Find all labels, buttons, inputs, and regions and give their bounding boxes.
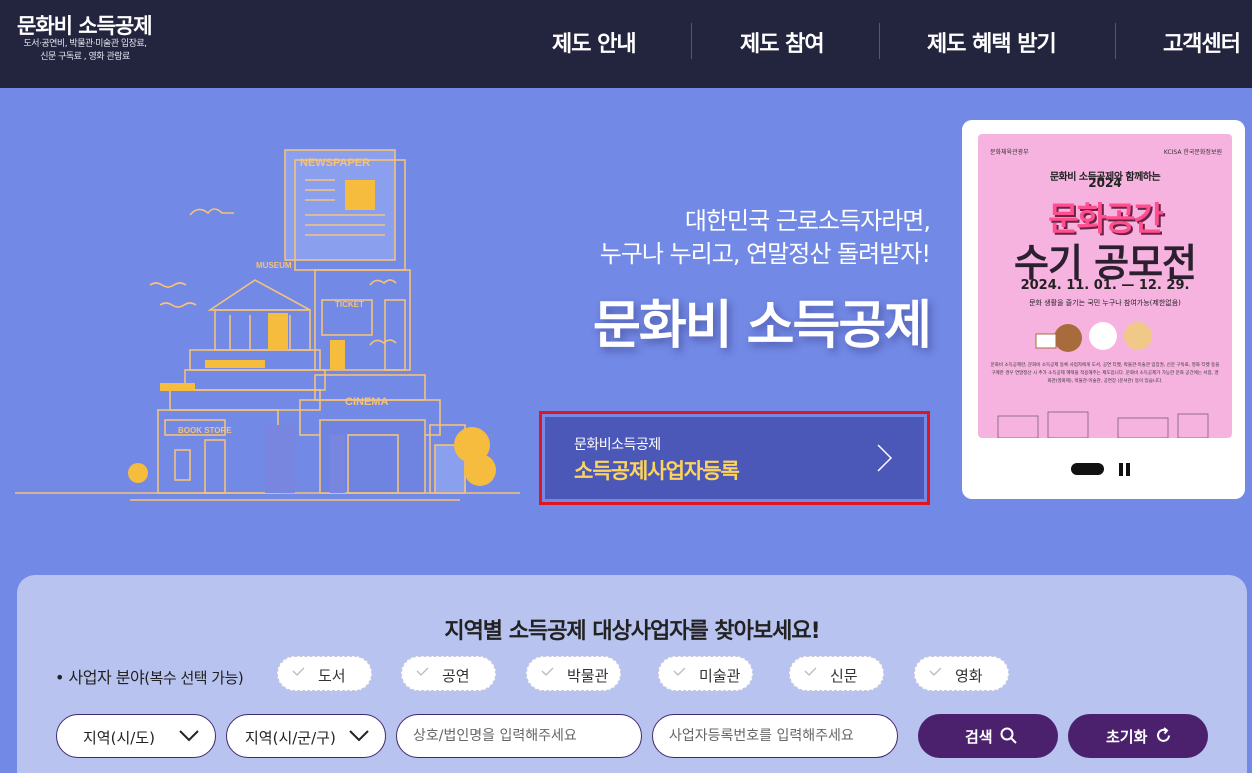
poster-year: 2024 xyxy=(1088,176,1122,190)
nav-divider xyxy=(879,23,880,59)
logo-subtitle: 도서·공연비, 박물관·미술관 입장료, 신문 구독료 , 영화 관람료 xyxy=(10,38,160,64)
category-chip-label: 미술관 xyxy=(699,667,741,685)
check-icon xyxy=(541,667,554,676)
region-city-select[interactable]: 지역(시/군/구) xyxy=(226,714,386,758)
category-chip-label: 공연 xyxy=(442,667,470,685)
search-button[interactable]: 검색 xyxy=(918,714,1058,758)
search-button-label: 검색 xyxy=(965,728,993,746)
poster-description: 문화비 소득공제란, 문화비 소득공제 등록 사업자에게 도서, 공연 티켓, … xyxy=(990,363,1220,384)
slide-indicator[interactable] xyxy=(1071,463,1104,475)
business-regno-input[interactable] xyxy=(652,714,898,758)
chevron-right-icon xyxy=(877,444,893,472)
hero-subtitle-line-2: 누구나 누리고, 연말정산 돌려받자! xyxy=(599,240,931,268)
category-chip-label: 신문 xyxy=(830,667,858,685)
pause-icon[interactable] xyxy=(1119,463,1130,476)
category-label-note: (복수 선택 가능) xyxy=(144,669,244,687)
nav-system-participation[interactable]: 제도 참여 xyxy=(740,26,825,58)
business-search-panel: 지역별 소득공제 대상사업자를 찾아보세요! • 사업자 분야(복수 선택 가능… xyxy=(17,575,1247,773)
search-icon xyxy=(1000,727,1017,744)
register-business-button[interactable]: 문화비소득공제 소득공제사업자등록 xyxy=(545,417,924,499)
reset-button[interactable]: 초기화 xyxy=(1068,714,1208,758)
category-chip-books[interactable]: 도서 xyxy=(277,656,372,691)
site-header: 문화비 소득공제 도서·공연비, 박물관·미술관 입장료, 신문 구독료 , 영… xyxy=(0,0,1252,88)
illust-label-ticket: TICKET xyxy=(335,300,364,309)
category-chip-museum[interactable]: 박물관 xyxy=(526,656,621,691)
logo-subtitle-line-2: 신문 구독료 , 영화 관람료 xyxy=(40,52,130,62)
poster-note: 문화 생활을 즐기는 국민 누구나 참여가능(제한없음) xyxy=(1029,299,1181,307)
category-chip-newspaper[interactable]: 신문 xyxy=(789,656,884,691)
characters-illustration xyxy=(1035,322,1152,352)
check-icon xyxy=(804,667,817,676)
region-province-value: 지역(시/도) xyxy=(83,729,155,747)
nav-divider xyxy=(691,23,692,59)
nav-get-benefits[interactable]: 제도 혜택 받기 xyxy=(927,26,1057,58)
chevron-down-icon xyxy=(349,730,369,742)
region-city-value: 지역(시/군/구) xyxy=(245,729,336,747)
business-name-input[interactable] xyxy=(396,714,642,758)
search-title: 지역별 소득공제 대상사업자를 찾아보세요! xyxy=(444,619,820,644)
illust-label-newspaper: NEWSPAPER xyxy=(300,157,370,169)
culture-buildings-illustration: NEWSPAPER MUSEUM TICKET CINEMA BOOK STOR… xyxy=(15,149,520,501)
category-chip-movie[interactable]: 영화 xyxy=(914,656,1009,691)
logo-subtitle-line-1: 도서·공연비, 박물관·미술관 입장료, xyxy=(23,39,147,49)
chevron-down-icon xyxy=(179,730,199,742)
poster-org-left: 문화체육관광부 xyxy=(990,149,1029,156)
check-icon xyxy=(416,667,429,676)
category-chip-label: 박물관 xyxy=(567,667,609,685)
category-chip-label: 영화 xyxy=(955,667,983,685)
hero-subtitle: 대한민국 근로소득자라면, 누구나 누리고, 연말정산 돌려받자! xyxy=(599,205,931,271)
illust-label-cinema: CINEMA xyxy=(345,396,388,408)
event-banner-card: 문화체육관광부 KCISA 한국문화정보원 문화비 소득공제와 함께하는 202… xyxy=(962,120,1245,499)
category-chip-label: 도서 xyxy=(318,667,346,685)
category-label-text: 사업자 분야 xyxy=(68,668,145,687)
hero-title: 문화비 소득공제 xyxy=(593,296,932,356)
poster-date: 2024. 11. 01. — 12. 29. xyxy=(1020,278,1190,293)
check-icon xyxy=(292,667,305,676)
cta-small-label: 문화비소득공제 xyxy=(574,437,661,453)
reset-button-label: 초기화 xyxy=(1106,728,1148,746)
illust-label-bookstore: BOOK STORE xyxy=(178,426,232,435)
cta-main-label: 소득공제사업자등록 xyxy=(574,459,740,483)
category-field-label: • 사업자 분야(복수 선택 가능) xyxy=(55,668,244,687)
region-province-select[interactable]: 지역(시/도) xyxy=(56,714,216,758)
nav-divider xyxy=(1115,23,1116,59)
refresh-icon xyxy=(1157,727,1170,742)
logo-title[interactable]: 문화비 소득공제 xyxy=(17,10,153,40)
poster-org-right: KCISA 한국문화정보원 xyxy=(1163,149,1222,156)
check-icon xyxy=(673,667,686,676)
hero-subtitle-line-1: 대한민국 근로소득자라면, xyxy=(684,207,931,235)
illust-label-museum: MUSEUM xyxy=(256,261,292,270)
category-chip-art-gallery[interactable]: 미술관 xyxy=(658,656,753,691)
category-chip-performance[interactable]: 공연 xyxy=(401,656,496,691)
event-poster[interactable]: 문화체육관광부 KCISA 한국문화정보원 문화비 소득공제와 함께하는 202… xyxy=(978,134,1232,438)
poster-street-illustration xyxy=(997,411,1209,438)
nav-customer-center[interactable]: 고객센터 xyxy=(1163,26,1241,58)
check-icon xyxy=(929,667,942,676)
nav-system-guide[interactable]: 제도 안내 xyxy=(552,26,637,58)
